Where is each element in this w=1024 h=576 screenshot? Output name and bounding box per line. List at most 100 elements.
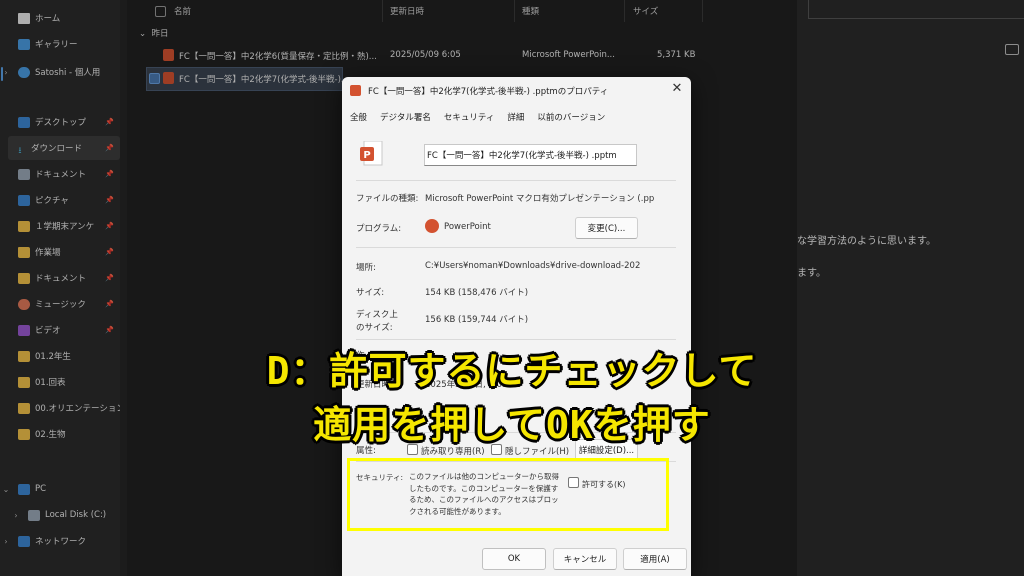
column-divider[interactable] — [702, 0, 703, 22]
gallery-icon — [18, 38, 30, 50]
pptm-file-icon — [163, 72, 174, 87]
program-value: PowerPoint — [444, 222, 491, 232]
sidebar-item-label: Satoshi - 個人用 — [35, 68, 101, 78]
powerpoint-file-icon: P — [360, 141, 383, 166]
tab-details[interactable]: 詳細 — [507, 111, 524, 123]
sidebar-item-folder-survey[interactable]: １学期末アンケ 📌 — [0, 214, 120, 238]
sidebar-item-label: Local Disk (C:) — [45, 510, 107, 520]
program-label: プログラム: — [356, 224, 402, 234]
chevron-right-icon[interactable]: › — [10, 511, 22, 520]
chevron-down-icon[interactable]: ⌄ — [0, 485, 12, 494]
file-name: FC【一問一答】中2化学7(化学式-後半戦-)... — [179, 75, 344, 85]
sidebar-item-label: ドキュメント — [35, 274, 87, 284]
column-header-size[interactable]: サイズ — [633, 0, 658, 22]
close-icon[interactable]: ✕ — [669, 81, 685, 96]
tab-digital-signatures[interactable]: デジタル署名 — [380, 111, 431, 123]
sidebar-item-label: ビデオ — [35, 326, 61, 336]
divider — [356, 247, 676, 248]
document-icon — [18, 168, 30, 180]
chevron-down-icon[interactable]: ⌄ — [139, 29, 146, 39]
location-value: C:¥Users¥noman¥Downloads¥drive-download-… — [425, 261, 641, 271]
location-label: 場所: — [356, 263, 376, 273]
sidebar-item-documents[interactable]: ドキュメント 📌 — [0, 162, 120, 186]
pin-icon[interactable]: 📌 — [105, 170, 114, 178]
sidebar-item-label: ダウンロード — [31, 144, 83, 154]
change-program-button[interactable]: 変更(C)... — [575, 217, 638, 239]
sidebar-item-label: デスクトップ — [35, 118, 87, 128]
pin-icon[interactable]: 📌 — [105, 326, 114, 334]
chevron-right-icon[interactable]: › — [0, 537, 12, 546]
sidebar-item-onedrive[interactable]: › Satoshi - 個人用 — [0, 60, 120, 84]
powerpoint-icon — [425, 219, 439, 233]
pin-icon[interactable]: 📌 — [105, 300, 114, 308]
column-select-all[interactable] — [155, 0, 166, 22]
sidebar-item-pictures[interactable]: ピクチャ 📌 — [0, 188, 120, 212]
folder-icon — [18, 272, 30, 284]
sidebar-item-folder-documents[interactable]: ドキュメント 📌 — [0, 266, 120, 290]
pc-icon — [18, 483, 30, 495]
sidebar-item-label: １学期末アンケ — [35, 222, 95, 232]
column-divider[interactable] — [514, 0, 515, 22]
sidebar-item-label: 作業場 — [35, 248, 61, 258]
column-divider[interactable] — [382, 0, 383, 22]
sidebar-item-music[interactable]: ミュージック 📌 — [0, 292, 120, 316]
preview-text-line: ます。 — [797, 268, 826, 279]
instruction-caption-line2: 適用を押してOKを押す — [313, 403, 711, 447]
video-call-icon[interactable] — [1005, 44, 1019, 55]
file-type-value: Microsoft PowerPoint マクロ有効プレゼンテーション (.pp — [425, 194, 655, 204]
pin-icon[interactable]: 📌 — [105, 118, 114, 126]
group-label: 昨日 — [151, 29, 169, 39]
group-header-yesterday[interactable]: ⌄ 昨日 — [139, 27, 169, 39]
sidebar-item-label: ドキュメント — [35, 170, 87, 180]
divider — [356, 180, 676, 181]
column-header-type[interactable]: 種類 — [522, 0, 539, 22]
sidebar-item-videos[interactable]: ビデオ 📌 — [0, 318, 120, 342]
table-row[interactable]: FC【一問一答】中2化学6(質量保存・定比例・熱)... 2025/05/09 … — [147, 45, 717, 67]
sidebar-item-home[interactable]: ホーム — [0, 6, 120, 30]
sidebar-item-network[interactable]: › ネットワーク — [0, 529, 120, 553]
disk-size-label-line1: ディスク上 — [356, 310, 398, 320]
disk-size-label-line2: のサイズ: — [356, 323, 393, 333]
top-panel-frame — [808, 0, 1024, 19]
sidebar-item-local-disk[interactable]: › Local Disk (C:) — [10, 503, 120, 527]
tab-general[interactable]: 全般 — [350, 111, 367, 123]
pictures-icon — [18, 194, 30, 206]
security-highlight-box — [347, 458, 669, 531]
file-type: Microsoft PowerPoin... — [522, 50, 615, 60]
video-icon — [18, 324, 30, 336]
chevron-right-icon[interactable]: › — [0, 68, 12, 77]
column-divider[interactable] — [624, 0, 625, 22]
folder-icon — [18, 220, 30, 232]
pin-icon[interactable]: 📌 — [105, 196, 114, 204]
sidebar-scrollbar[interactable] — [120, 0, 127, 576]
column-header-date[interactable]: 更新日時 — [390, 0, 424, 22]
music-icon — [18, 298, 30, 310]
pin-icon[interactable]: 📌 — [105, 222, 114, 230]
sidebar-item-pc[interactable]: ⌄ PC — [0, 477, 120, 501]
select-all-checkbox[interactable] — [155, 5, 166, 17]
tab-security[interactable]: セキュリティ — [444, 111, 495, 123]
sidebar-item-desktop[interactable]: デスクトップ 📌 — [0, 110, 120, 134]
disk-icon — [28, 509, 40, 521]
filename-field[interactable]: FC【一問一答】中2化学7(化学式-後半戦-) .pptm — [424, 144, 637, 166]
row-checkbox[interactable] — [149, 73, 160, 87]
dialog-title: FC【一問一答】中2化学7(化学式-後半戦-) .pptmのプロパティ — [368, 87, 609, 97]
sidebar-item-gallery[interactable]: ギャラリー — [0, 32, 120, 56]
preview-pane: な学習方法のように思います。 ます。 — [797, 0, 1024, 576]
pin-icon[interactable]: 📌 — [105, 144, 114, 152]
pin-icon[interactable]: 📌 — [105, 248, 114, 256]
pptx-file-icon — [163, 49, 174, 64]
sidebar-item-folder-workspace[interactable]: 作業場 📌 — [0, 240, 120, 264]
table-row-selected[interactable]: FC【一問一答】中2化学7(化学式-後半戦-)... — [146, 67, 344, 91]
sidebar-item-downloads[interactable]: ⭳ ダウンロード 📌 — [8, 136, 120, 160]
column-header-name[interactable]: 名前 — [174, 0, 191, 22]
desktop-icon — [18, 116, 30, 128]
pptm-file-icon — [350, 85, 361, 96]
ok-button[interactable]: OK — [482, 548, 546, 570]
apply-button[interactable]: 適用(A) — [623, 548, 687, 570]
dialog-tabs: 全般 デジタル署名 セキュリティ 詳細 以前のバージョン — [350, 111, 618, 123]
cancel-button[interactable]: キャンセル — [553, 548, 617, 570]
pin-icon[interactable]: 📌 — [105, 274, 114, 282]
tab-previous-versions[interactable]: 以前のバージョン — [537, 111, 605, 123]
file-date: 2025/05/09 6:05 — [390, 50, 461, 60]
